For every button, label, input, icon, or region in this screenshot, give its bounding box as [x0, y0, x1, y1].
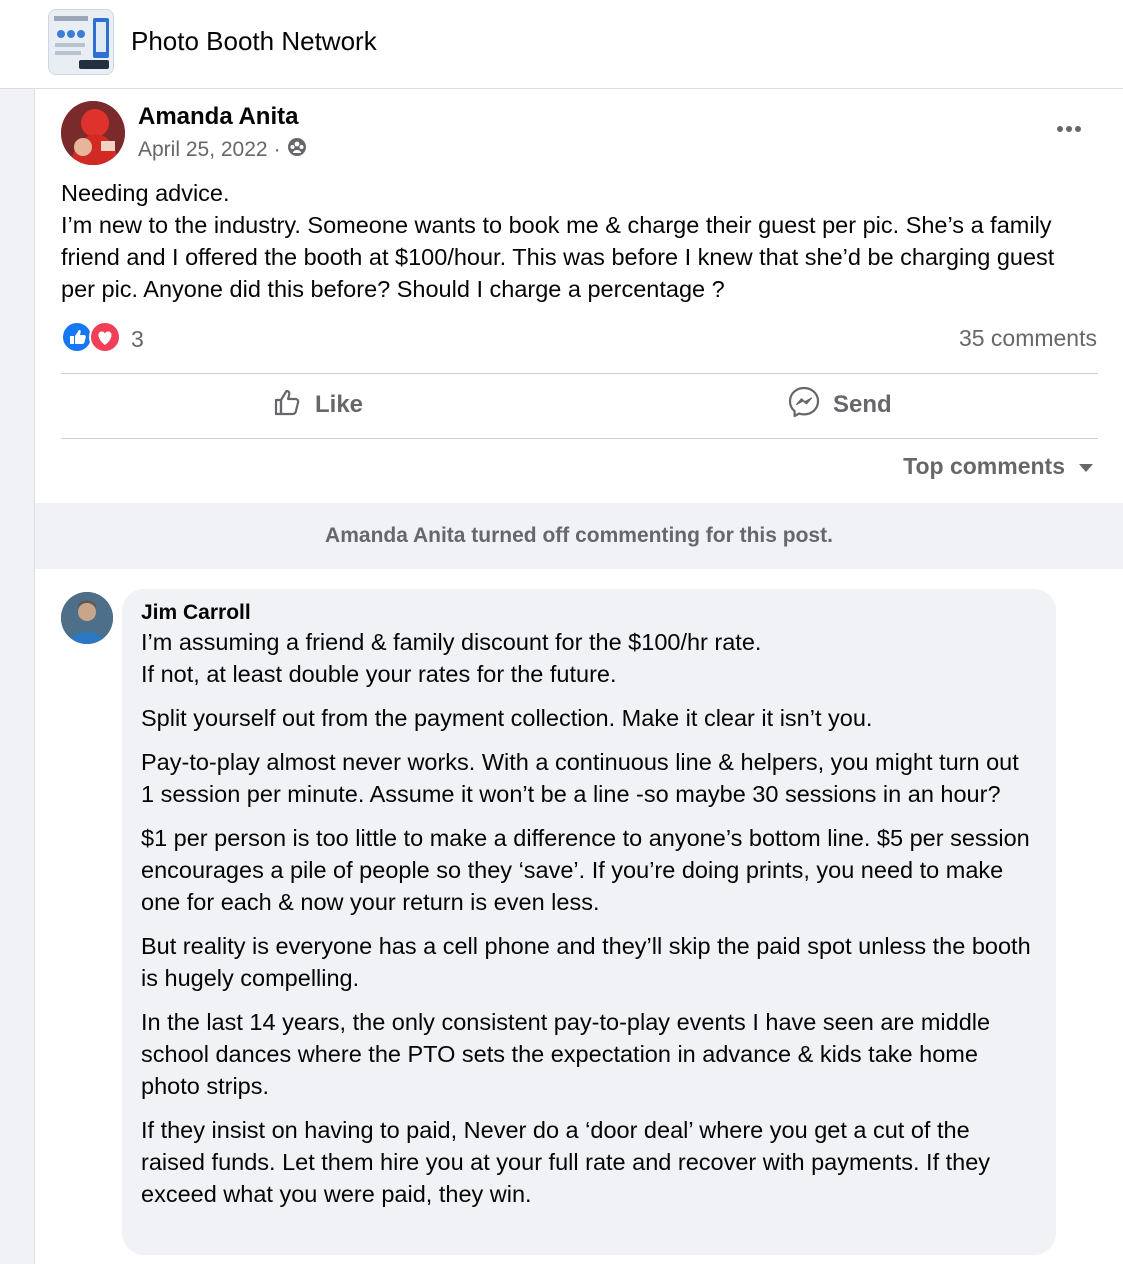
like-button[interactable]: Like [273, 375, 363, 435]
comment-paragraph: I’m assuming a friend & family discount … [141, 629, 762, 687]
post-text-paragraph: I’m new to the industry. Someone wants t… [61, 212, 1055, 302]
comment-paragraph: $1 per person is too little to make a di… [141, 825, 1030, 915]
comment-text: I’m assuming a friend & family discount … [141, 626, 1038, 1210]
comment-paragraph: Pay-to-play almost never works. With a c… [141, 749, 1019, 807]
like-label: Like [315, 391, 364, 418]
group-name[interactable]: Photo Booth Network [131, 26, 377, 57]
commenter-avatar[interactable] [61, 592, 113, 644]
reaction-count: 3 [131, 325, 144, 352]
author-name[interactable]: Amanda Anita [138, 103, 298, 131]
send-button[interactable]: Send [787, 375, 892, 435]
commenter-name[interactable]: Jim Carroll [141, 600, 1038, 626]
sort-label: Top comments [903, 453, 1065, 479]
group-thumbnail-icon[interactable] [48, 9, 114, 75]
comment-paragraph: In the last 14 years, the only consisten… [141, 1009, 991, 1099]
comment-bubble: Jim Carroll I’m assuming a friend & fami… [122, 589, 1056, 1255]
divider [61, 373, 1098, 374]
comment-paragraph: Split yourself out from the payment coll… [141, 705, 873, 731]
comment-paragraph: If they insist on having to paid, Never … [141, 1117, 991, 1207]
post-text-line: Needing advice. [61, 180, 230, 206]
post-meta: April 25, 2022 · [138, 137, 307, 163]
comment-paragraph: But reality is everyone has a cell phone… [141, 933, 1031, 991]
comment-sort-dropdown[interactable]: Top comments [903, 453, 1095, 480]
love-reaction-icon [89, 320, 121, 358]
group-header: Photo Booth Network [0, 0, 1123, 89]
post-body: Needing advice. I’m new to the industry.… [61, 177, 1071, 305]
group-audience-icon [287, 137, 307, 163]
post-card: Amanda Anita April 25, 2022 · Needing ad… [35, 89, 1123, 1264]
comment-count[interactable]: 35 comments [959, 325, 1097, 352]
meta-separator: · [273, 138, 281, 161]
like-thumb-icon [273, 387, 303, 424]
author-avatar[interactable] [61, 101, 125, 165]
reaction-summary[interactable]: 3 [61, 320, 144, 358]
caret-down-icon [1077, 453, 1095, 480]
post-date[interactable]: April 25, 2022 [138, 138, 268, 162]
commenting-disabled-notice: Amanda Anita turned off commenting for t… [35, 503, 1123, 569]
more-options-icon[interactable] [1053, 117, 1085, 141]
send-label: Send [833, 391, 892, 418]
page-background [0, 89, 35, 1264]
messenger-send-icon [787, 385, 821, 426]
divider [61, 438, 1098, 439]
